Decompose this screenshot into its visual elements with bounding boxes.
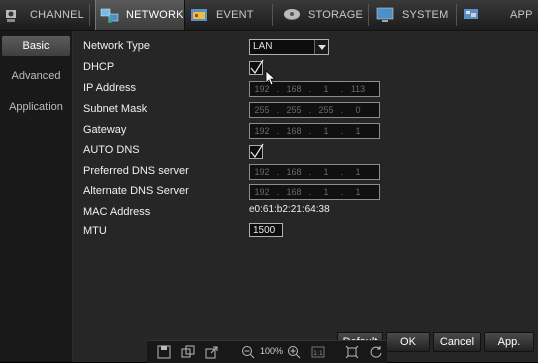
tab-app-label: APP (510, 9, 533, 21)
sidebar-item-label: Application (9, 101, 63, 113)
ip-octet: 255 (254, 105, 270, 115)
sidebar-item-basic[interactable]: Basic (2, 36, 70, 56)
network-icon (100, 8, 119, 23)
tab-channel[interactable]: CHANNEL (4, 0, 88, 30)
apply-button[interactable]: App. (484, 332, 534, 352)
network-type-label: Network Type (83, 40, 151, 52)
ip-octet: 1 (355, 167, 361, 177)
mtu-input[interactable]: 1500 (249, 223, 283, 237)
gateway-field[interactable]: 192. 168. 1. 1 (249, 123, 380, 139)
tab-network[interactable]: NETWORK (95, 0, 185, 30)
tab-app[interactable]: APP (462, 0, 538, 30)
tab-separator (89, 4, 90, 26)
tab-separator (272, 4, 273, 26)
save-icon[interactable] (157, 345, 171, 359)
tab-network-label: NETWORK (126, 9, 184, 21)
export-icon[interactable] (205, 345, 219, 359)
tab-system[interactable]: SYSTEM (376, 0, 454, 30)
mac-address-value: e0:61:b2:21:64:38 (249, 204, 330, 215)
ip-octet: 1 (355, 187, 361, 197)
svg-text:1:1: 1:1 (313, 350, 323, 357)
auto-dns-label: AUTO DNS (83, 144, 140, 156)
zoom-in-icon[interactable] (287, 345, 301, 359)
auto-dns-checkbox[interactable] (249, 143, 264, 159)
cancel-button[interactable]: Cancel (433, 332, 481, 352)
tab-event[interactable]: EVENT (190, 0, 270, 30)
sidebar: Basic Advanced Application (0, 31, 73, 362)
rotate-icon[interactable] (369, 345, 383, 359)
ip-octet: 192 (254, 167, 270, 177)
preferred-dns-label: Preferred DNS server (83, 165, 189, 177)
bottom-toolbar: 100% 1:1 (147, 340, 387, 363)
ip-octet: 1 (323, 167, 329, 177)
ip-octet: 168 (286, 167, 302, 177)
mouse-cursor-icon (265, 70, 275, 86)
ip-octet: 255 (286, 105, 302, 115)
zoom-level: 100% (260, 346, 284, 356)
tab-channel-label: CHANNEL (30, 9, 84, 21)
ip-octet: 1 (323, 187, 329, 197)
system-icon (376, 7, 394, 22)
preferred-dns-field[interactable]: 192. 168. 1. 1 (249, 164, 380, 180)
actual-size-icon[interactable]: 1:1 (311, 345, 325, 359)
gateway-label: Gateway (83, 124, 127, 136)
storage-icon (284, 9, 300, 20)
ip-octet: 255 (318, 105, 334, 115)
ok-button[interactable]: OK (386, 332, 430, 352)
tab-separator (368, 4, 369, 26)
alternate-dns-field[interactable]: 192. 168. 1. 1 (249, 184, 380, 200)
ip-octet: 1 (323, 126, 329, 136)
network-type-select[interactable]: LAN (249, 39, 329, 55)
copy-icon[interactable] (181, 345, 195, 359)
subnet-mask-label: Subnet Mask (83, 103, 148, 115)
top-tab-bar: CHANNEL NETWORK EVENT STORAGE SYSTEM APP (0, 0, 538, 31)
zoom-out-icon[interactable] (241, 345, 255, 359)
dhcp-checkbox[interactable] (249, 59, 264, 75)
ip-octet: 168 (286, 187, 302, 197)
mtu-label: MTU (83, 225, 107, 237)
sidebar-item-advanced[interactable]: Advanced (0, 66, 72, 86)
sidebar-item-application[interactable]: Application (0, 97, 72, 117)
ip-octet: 1 (323, 84, 329, 94)
ip-octet: 1 (355, 126, 361, 136)
sidebar-item-label: Basic (22, 40, 50, 52)
tab-system-label: SYSTEM (402, 9, 449, 21)
ip-octet: 113 (350, 84, 366, 94)
tab-separator (456, 4, 457, 26)
app-icon (464, 9, 478, 19)
subnet-mask-field[interactable]: 255. 255. 255. 0 (249, 102, 380, 118)
tab-event-label: EVENT (216, 9, 254, 21)
network-type-value: LAN (253, 41, 273, 52)
fit-screen-icon[interactable] (345, 345, 359, 359)
dhcp-label: DHCP (83, 61, 115, 73)
ip-octet: 168 (286, 84, 302, 94)
checkmark-icon (250, 59, 264, 75)
mac-address-label: MAC Address (83, 206, 151, 218)
ip-address-label: IP Address (83, 82, 136, 94)
ip-octet: 192 (254, 187, 270, 197)
alternate-dns-label: Alternate DNS Server (83, 185, 189, 197)
chevron-down-icon[interactable] (314, 40, 328, 54)
checkmark-icon (250, 143, 264, 159)
event-icon (191, 9, 207, 21)
sidebar-item-label: Advanced (11, 70, 61, 82)
camera-icon (6, 10, 16, 22)
ip-octet: 0 (355, 105, 361, 115)
tab-storage-label: STORAGE (308, 9, 363, 21)
ip-octet: 168 (286, 126, 302, 136)
tab-storage[interactable]: STORAGE (282, 0, 366, 30)
ip-octet: 192 (254, 126, 270, 136)
